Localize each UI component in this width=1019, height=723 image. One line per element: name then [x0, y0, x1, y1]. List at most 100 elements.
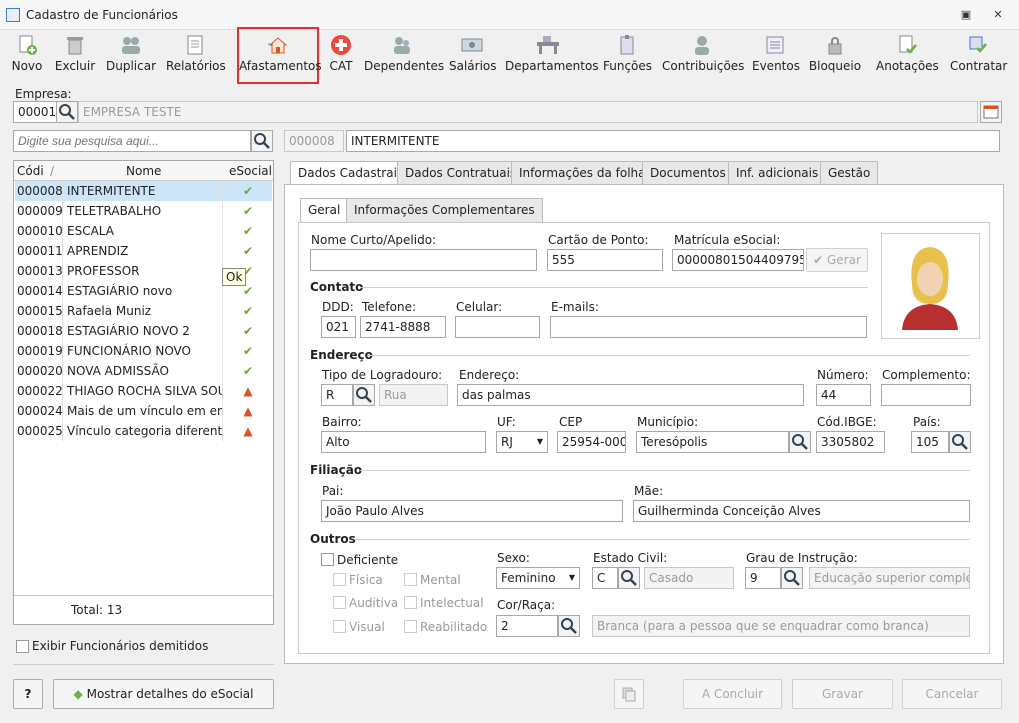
table-row[interactable]: 000018 ESTAGIÁRIO NOVO 2 ✔ [15, 321, 272, 341]
row-code: 000010 [15, 221, 63, 241]
cancelar-button[interactable]: Cancelar [902, 679, 1002, 709]
nome-curto-field[interactable] [310, 249, 537, 271]
funcoes-button[interactable]: Funções [603, 34, 652, 80]
deficiente-checkbox[interactable] [321, 553, 334, 566]
empresa-code-field[interactable]: 00001 [13, 101, 57, 123]
copy-button[interactable] [614, 679, 644, 709]
selected-name-field[interactable]: INTERMITENTE [346, 130, 1000, 152]
show-dismissed-checkbox[interactable] [16, 640, 29, 653]
reabilitado-checkbox[interactable] [404, 620, 417, 633]
dependentes-button[interactable]: Dependentes [364, 34, 444, 80]
cor-code-field[interactable]: 2 [496, 615, 558, 637]
municipio-search-button[interactable] [789, 431, 811, 453]
cat-button[interactable]: CAT [328, 34, 354, 80]
estado-civil-code-field[interactable]: C [592, 567, 618, 589]
contratar-button[interactable]: Contratar [950, 34, 1007, 80]
cep-field[interactable]: 25954-000 [557, 431, 626, 453]
municipio-field[interactable]: Teresópolis [636, 431, 789, 453]
show-esocial-details-button[interactable]: ◆ Mostrar detalhes do eSocial [53, 679, 274, 709]
telefone-field[interactable]: 2741-8888 [360, 316, 446, 338]
uf-select[interactable]: RJ ▼ [496, 431, 548, 453]
restore-button[interactable]: ▣ [958, 8, 974, 22]
intelectual-checkbox[interactable] [404, 596, 417, 609]
table-row[interactable]: 000025 Vínculo categoria diferente ▲ [15, 421, 272, 441]
ddd-label: DDD: [322, 300, 354, 314]
excluir-button[interactable]: Excluir [54, 34, 96, 80]
visual-checkbox[interactable] [333, 620, 346, 633]
pais-field[interactable]: 105 [911, 431, 949, 453]
table-row[interactable]: 000015 Rafaela Muniz ✔ [15, 301, 272, 321]
tab-inf-adicionais[interactable]: Inf. adicionais [728, 161, 827, 185]
departamentos-button[interactable]: Departamentos [505, 34, 599, 80]
tab-dados-cadastrais[interactable]: Dados Cadastrais [290, 161, 412, 186]
avatar[interactable] [881, 233, 980, 339]
row-name: ESTAGIÁRIO novo [65, 281, 223, 301]
table-row[interactable]: 000024Mais de um vínculo em empr ▲ [15, 401, 272, 421]
celular-field[interactable] [455, 316, 540, 338]
row-name: PROFESSOR [65, 261, 223, 281]
table-row[interactable]: 000009 TELETRABALHO ✔ [15, 201, 272, 221]
table-row[interactable]: 000019 FUNCIONÁRIO NOVO ✔ [15, 341, 272, 361]
bairro-field[interactable]: Alto [321, 431, 486, 453]
estado-civil-search-button[interactable] [618, 567, 640, 589]
auditiva-checkbox[interactable] [333, 596, 346, 609]
tipo-logradouro-search-button[interactable] [353, 384, 375, 406]
salarios-button[interactable]: Salários [449, 34, 497, 80]
concluir-button[interactable]: A Concluir [683, 679, 782, 709]
subtab-info-complementares[interactable]: Informações Complementares [346, 198, 543, 222]
tab-documentos[interactable]: Documentos [642, 161, 734, 185]
ddd-field[interactable]: 021 [321, 316, 356, 338]
emails-field[interactable] [550, 316, 867, 338]
pais-search-button[interactable] [949, 431, 971, 453]
bloqueio-button[interactable]: Bloqueio [808, 34, 862, 80]
help-button[interactable]: ? [13, 679, 43, 709]
endereco-field[interactable]: das palmas [457, 384, 804, 406]
table-row[interactable]: 000010 ESCALA ✔ [15, 221, 272, 241]
tab-gestao[interactable]: Gestão [820, 161, 879, 185]
subtab-geral[interactable]: Geral [300, 198, 349, 223]
sexo-select[interactable]: Feminino ▼ [496, 567, 580, 589]
column-name[interactable]: Nome [126, 164, 161, 178]
search-button[interactable] [251, 130, 273, 152]
novo-button[interactable]: Novo [10, 34, 44, 80]
duplicar-button[interactable]: Duplicar [106, 34, 156, 80]
numero-field[interactable]: 44 [816, 384, 871, 406]
column-esocial[interactable]: eSocial [229, 164, 272, 178]
tipo-logradouro-code-field[interactable]: R [321, 384, 353, 406]
table-row[interactable]: 000011 APRENDIZ ✔ [15, 241, 272, 261]
list-divider [14, 595, 273, 596]
eventos-button[interactable]: Eventos [752, 34, 800, 80]
mental-checkbox[interactable] [404, 573, 417, 586]
cor-search-button[interactable] [558, 615, 580, 637]
table-row[interactable]: 000020 NOVA ADMISSÃO ✔ [15, 361, 272, 381]
pai-field[interactable]: João Paulo Alves [321, 500, 623, 522]
row-code: 000024 [15, 401, 63, 421]
mae-field[interactable]: Guilherminda Conceição Alves [633, 500, 970, 522]
fisica-checkbox[interactable] [333, 573, 346, 586]
complemento-field[interactable] [881, 384, 971, 406]
anotacoes-button[interactable]: Anotações [876, 34, 939, 80]
tipo-logradouro-name-field: Rua [379, 384, 448, 406]
sort-indicator: / [50, 164, 55, 178]
column-code[interactable]: Códi [17, 164, 44, 178]
relatorios-button[interactable]: Relatórios [166, 34, 226, 80]
empresa-search-button[interactable] [56, 101, 78, 123]
matricula-field[interactable]: 00000801504409795 [672, 249, 804, 271]
grau-code-field[interactable]: 9 [745, 567, 781, 589]
close-button[interactable]: ✕ [990, 8, 1006, 22]
employee-list[interactable]: Códi / Nome eSocial 000008 INTERMITENTE ✔ 0… [13, 160, 274, 625]
chevron-down-icon: ▼ [568, 573, 575, 582]
table-row[interactable]: 000022THIAGO ROCHA SILVA SOUZA ▲ [15, 381, 272, 401]
ibge-field[interactable]: 3305802 [816, 431, 885, 453]
tab-dados-contratuais[interactable]: Dados Contratuais [397, 161, 525, 185]
tab-informacoes-folha[interactable]: Informações da folha [511, 161, 654, 185]
gerar-button[interactable]: ✔ Gerar [806, 248, 868, 272]
contribuicoes-button[interactable]: Contribuições [662, 34, 744, 80]
afastamentos-button[interactable]: Afastamentos [237, 27, 322, 84]
empresa-table-button[interactable] [980, 101, 1002, 123]
table-row[interactable]: 000008 INTERMITENTE ✔ [15, 181, 272, 201]
search-input[interactable] [13, 130, 251, 152]
grau-search-button[interactable] [781, 567, 803, 589]
gravar-button[interactable]: Gravar [792, 679, 893, 709]
cartao-field[interactable]: 555 [547, 249, 663, 271]
